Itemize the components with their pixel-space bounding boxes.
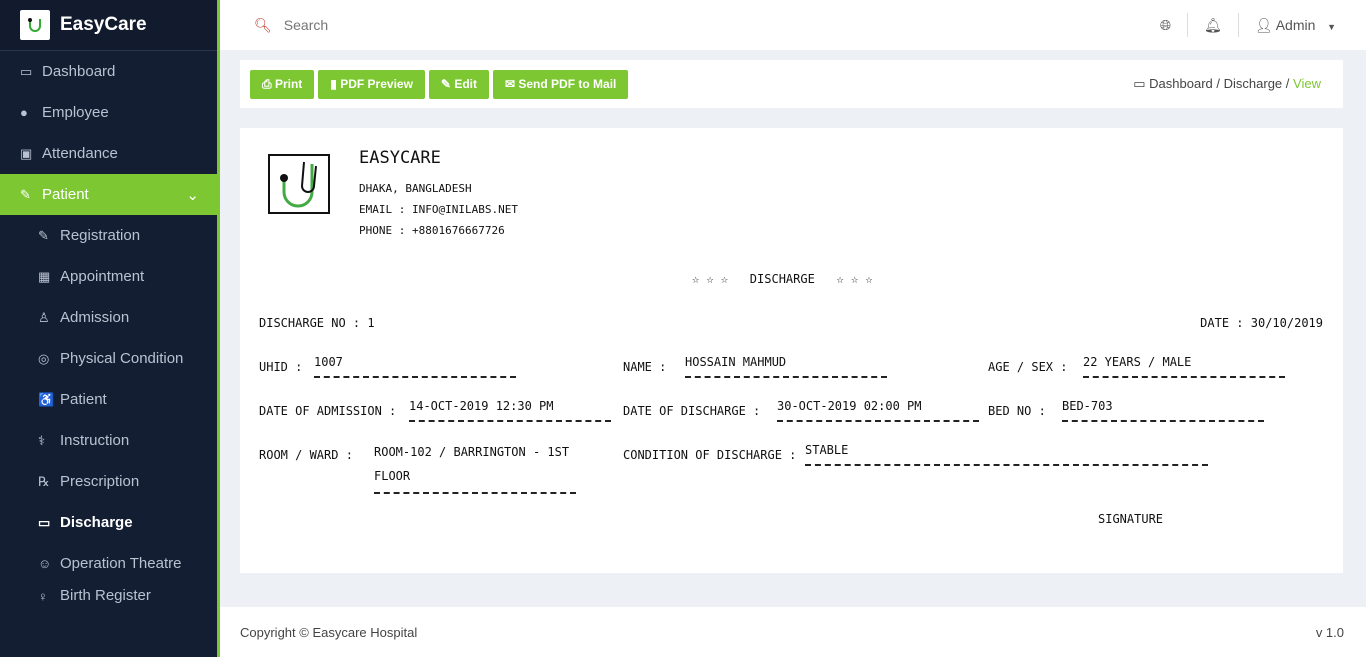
admission-date-label: DATE OF ADMISSION : [259, 404, 397, 418]
sidebar-item-appointment[interactable]: ▦ Appointment [0, 256, 217, 297]
print-icon: ⎙ [262, 76, 275, 91]
edit-icon: ✎ [38, 227, 49, 243]
bed-no-value: BED-703 [1062, 396, 1264, 422]
uhid-value: 1007 [314, 352, 516, 378]
sidebar-item-birth-register[interactable]: ♀ Birth Register [0, 584, 217, 604]
sidebar-item-instruction[interactable]: ⚕ Instruction [0, 420, 217, 461]
sidebar-item-dashboard[interactable]: ▭ Dashboard [0, 51, 217, 92]
version: v 1.0 [1315, 624, 1344, 640]
discharge-date-value: 30-OCT-2019 02:00 PM [777, 396, 979, 422]
sidebar-item-registration[interactable]: ✎ Registration [0, 215, 217, 256]
name-label: NAME : [623, 360, 667, 374]
laptop-icon: ▭ [1133, 76, 1146, 91]
stethoscope-logo-icon [20, 10, 50, 40]
bed-no-label: BED NO : [988, 404, 1046, 418]
sidebar-item-patient[interactable]: ✎ Patient ⌄ [0, 174, 217, 215]
name-value: HOSSAIN MAHMUD [685, 352, 887, 378]
brand[interactable]: EasyCare [0, 0, 217, 51]
patient-icon: ✎ [20, 187, 31, 202]
edit-button[interactable]: ✎ Edit [428, 69, 489, 99]
room-ward-label: ROOM / WARD : [259, 448, 353, 462]
sidebar-item-operation-theatre[interactable]: ☺ Operation Theatre [0, 543, 217, 584]
topbar: 🔍︎ 🌐︎ 🔔︎ 👤︎ Admin ▼ [220, 0, 1366, 50]
sidebar-item-employee[interactable]: ● Employee [0, 92, 217, 133]
attendance-icon: ▣ [20, 145, 33, 161]
uhid-label: UHID : [259, 360, 303, 374]
theatre-icon: ☺ [38, 556, 52, 571]
sidebar-item-physical-condition[interactable]: ◎ Physical Condition [0, 338, 217, 379]
globe-icon[interactable]: 🌐︎ [1160, 17, 1171, 34]
envelope-icon: ✉ [504, 77, 519, 91]
caret-down-icon: ▼ [1327, 21, 1336, 32]
laptop-icon: ▭ [20, 63, 33, 79]
sidebar-item-attendance[interactable]: ▣ Attendance [0, 133, 217, 174]
search-input[interactable] [283, 17, 584, 33]
breadcrumb-discharge[interactable]: Discharge [1224, 76, 1283, 91]
sidebar-item-patient-list[interactable]: ♿ Patient [0, 379, 217, 420]
discharge-icon: ▭ [38, 514, 51, 530]
pdf-preview-button[interactable]: ▮ PDF Preview [318, 69, 425, 99]
user-menu[interactable]: 👤︎ Admin ▼ [1255, 17, 1336, 34]
breadcrumb: ▭ Dashboard / Discharge / View [1133, 76, 1321, 91]
app-name: EasyCare [60, 14, 147, 35]
discharge-date-label: DATE OF DISCHARGE : [623, 404, 761, 418]
signature-label: SIGNATURE [1098, 512, 1164, 526]
rx-icon: ℞ [38, 473, 50, 489]
footer: Copyright © Easycare Hospital v 1.0 [220, 607, 1366, 657]
chevron-down-icon: ⌄ [186, 186, 199, 204]
copyright: Copyright © Easycare Hospital [240, 624, 418, 640]
divider [1187, 13, 1189, 37]
edit-icon: ✎ [440, 77, 455, 91]
bell-icon[interactable]: 🔔︎ [1204, 17, 1222, 34]
org-address: DHAKA, BANGLADESH [359, 182, 472, 195]
hospital-logo [266, 150, 332, 221]
org-email: EMAIL : INFO@INILABS.NET [359, 203, 518, 216]
admission-icon: ♙ [38, 309, 50, 325]
send-pdf-mail-button[interactable]: ✉ Send PDF to Mail [492, 69, 629, 99]
wheelchair-icon: ♿ [38, 391, 55, 407]
avatar: 👤︎ [1254, 16, 1273, 33]
sidebar-item-admission[interactable]: ♙ Admission [0, 297, 217, 338]
age-sex-label: AGE / SEX : [988, 360, 1068, 374]
divider [1237, 13, 1239, 37]
org-name: EASYCARE [359, 148, 441, 168]
sidebar: EasyCare ▭ Dashboard ● Employee ▣ Attendanc… [0, 0, 220, 657]
discharge-no: DISCHARGE NO : 1 [259, 316, 375, 330]
search-icon: 🔍︎ [254, 16, 272, 33]
print-button[interactable]: ⎙ Print [250, 69, 315, 99]
user-icon: ● [20, 105, 28, 120]
discharge-date: DATE : 30/10/2019 [1200, 316, 1323, 330]
condition-label: CONDITION OF DISCHARGE : [623, 448, 797, 462]
breadcrumb-dashboard[interactable]: Dashboard [1149, 76, 1213, 91]
target-icon: ◎ [38, 350, 50, 366]
sidebar-item-discharge[interactable]: ▭ Discharge [0, 502, 217, 543]
org-phone: PHONE : +8801676667726 [359, 224, 505, 237]
document-title: ☆ ☆ ☆ DISCHARGE ☆ ☆ ☆ [692, 272, 873, 286]
sidebar-item-prescription[interactable]: ℞ Prescription [0, 461, 217, 502]
breadcrumb-view: View [1293, 76, 1321, 91]
instruction-icon: ⚕ [38, 432, 46, 448]
discharge-document: EASYCARE DHAKA, BANGLADESH EMAIL : INFO@… [240, 128, 1343, 573]
age-sex-value: 22 YEARS / MALE [1083, 352, 1285, 378]
room-ward-value: ROOM-102 / BARRINGTON - 1ST FLOOR [374, 440, 576, 494]
file-icon: ▮ [330, 77, 341, 91]
admission-date-value: 14-OCT-2019 12:30 PM [409, 396, 611, 422]
condition-value: STABLE [805, 440, 1208, 466]
birth-icon: ♀ [38, 589, 48, 604]
calendar-icon: ▦ [38, 268, 51, 284]
toolbar: ⎙ Print ▮ PDF Preview ✎ Edit ✉ Send PDF … [240, 60, 1343, 108]
